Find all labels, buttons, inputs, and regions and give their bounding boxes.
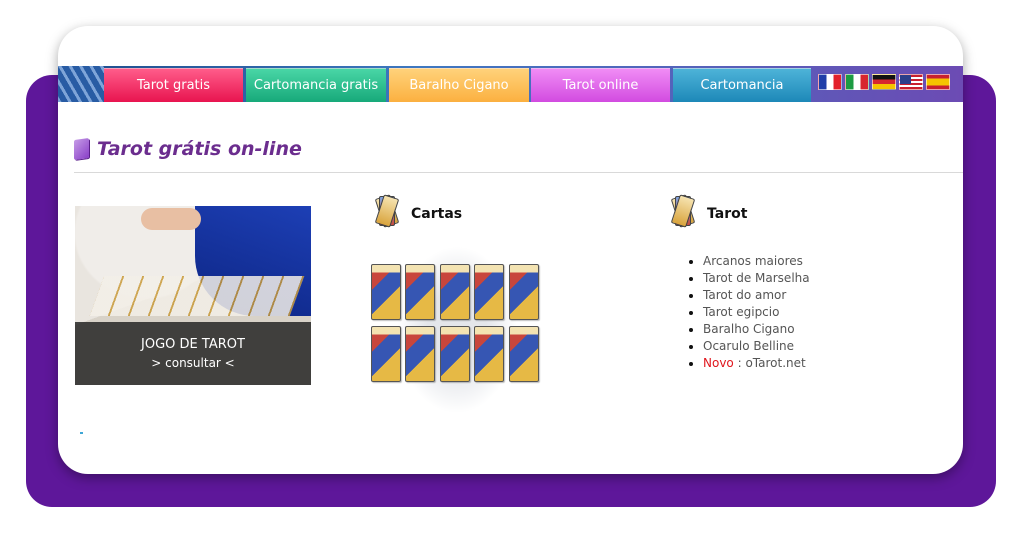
tarot-card [474, 326, 504, 382]
promo-title: JOGO DE TAROT [141, 337, 245, 352]
tarot-game-promo[interactable]: JOGO DE TAROT > consultar < [75, 206, 311, 385]
flag-italy-icon[interactable] [845, 74, 869, 90]
tab-baralho-cigano[interactable]: Baralho Cigano [389, 68, 529, 102]
tarot-card [474, 264, 504, 320]
new-badge: Novo [703, 356, 734, 370]
decorative-dot [80, 432, 83, 434]
tarot-links-list: Arcanos maiores Tarot de Marselha Tarot … [689, 253, 810, 372]
language-flags [818, 74, 950, 92]
list-item: Baralho Cigano [703, 321, 810, 338]
cartas-title: Cartas [411, 206, 463, 222]
book-icon [74, 137, 89, 161]
new-separator: : [733, 356, 746, 370]
flag-usa-icon[interactable] [899, 74, 923, 90]
link-baralho-cigano[interactable]: Baralho Cigano [703, 322, 795, 336]
list-item: Tarot de Marselha [703, 270, 810, 287]
list-item: Arcanos maiores [703, 253, 810, 270]
tarot-card [509, 264, 539, 320]
tarot-card-spread[interactable] [371, 246, 543, 414]
tarot-card [371, 326, 401, 382]
nav-decoration [58, 66, 104, 102]
list-item: Ocarulo Belline [703, 338, 810, 355]
main-nav: Tarot gratis Cartomancia gratis Baralho … [58, 66, 963, 102]
list-item: Novo : oTarot.net [703, 355, 810, 372]
tab-tarot-gratis[interactable]: Tarot gratis [104, 68, 243, 102]
promo-consult-link[interactable]: > consultar < [151, 356, 234, 370]
tarot-cards-fan-icon [667, 194, 701, 234]
flag-france-icon[interactable] [818, 74, 842, 90]
tarot-card [440, 264, 470, 320]
tarot-title: Tarot [707, 206, 748, 222]
tarot-card [371, 264, 401, 320]
site-card: Tarot gratis Cartomancia gratis Baralho … [58, 26, 963, 474]
divider [74, 172, 963, 173]
promo-image-cards [89, 276, 305, 316]
tab-tarot-online[interactable]: Tarot online [531, 68, 670, 102]
list-item: Tarot egipcio [703, 304, 810, 321]
link-ocarulo-belline[interactable]: Ocarulo Belline [703, 339, 794, 353]
tarot-heading: Tarot [667, 194, 747, 234]
tab-cartomancia[interactable]: Cartomancia [673, 68, 811, 102]
tarot-card [440, 326, 470, 382]
tarot-card [509, 326, 539, 382]
page-heading: Tarot grátis on-line [74, 136, 302, 162]
tarot-card [405, 326, 435, 382]
cartas-heading: Cartas [371, 194, 462, 234]
flag-germany-icon[interactable] [872, 74, 896, 90]
link-tarot-de-marselha[interactable]: Tarot de Marselha [703, 271, 810, 285]
link-tarot-egipcio[interactable]: Tarot egipcio [703, 305, 779, 319]
tab-cartomancia-gratis[interactable]: Cartomancia gratis [246, 68, 386, 102]
link-arcanos-maiores[interactable]: Arcanos maiores [703, 254, 803, 268]
promo-caption: JOGO DE TAROT > consultar < [75, 322, 311, 385]
page: Tarot gratis Cartomancia gratis Baralho … [0, 0, 1024, 536]
link-otarot-net[interactable]: oTarot.net [745, 356, 805, 370]
tarot-card [405, 264, 435, 320]
tarot-cards-fan-icon [371, 194, 405, 234]
promo-image-hand [141, 208, 201, 230]
page-title: Tarot grátis on-line [97, 138, 302, 160]
link-tarot-do-amor[interactable]: Tarot do amor [703, 288, 786, 302]
flag-spain-icon[interactable] [926, 74, 950, 90]
list-item: Tarot do amor [703, 287, 810, 304]
